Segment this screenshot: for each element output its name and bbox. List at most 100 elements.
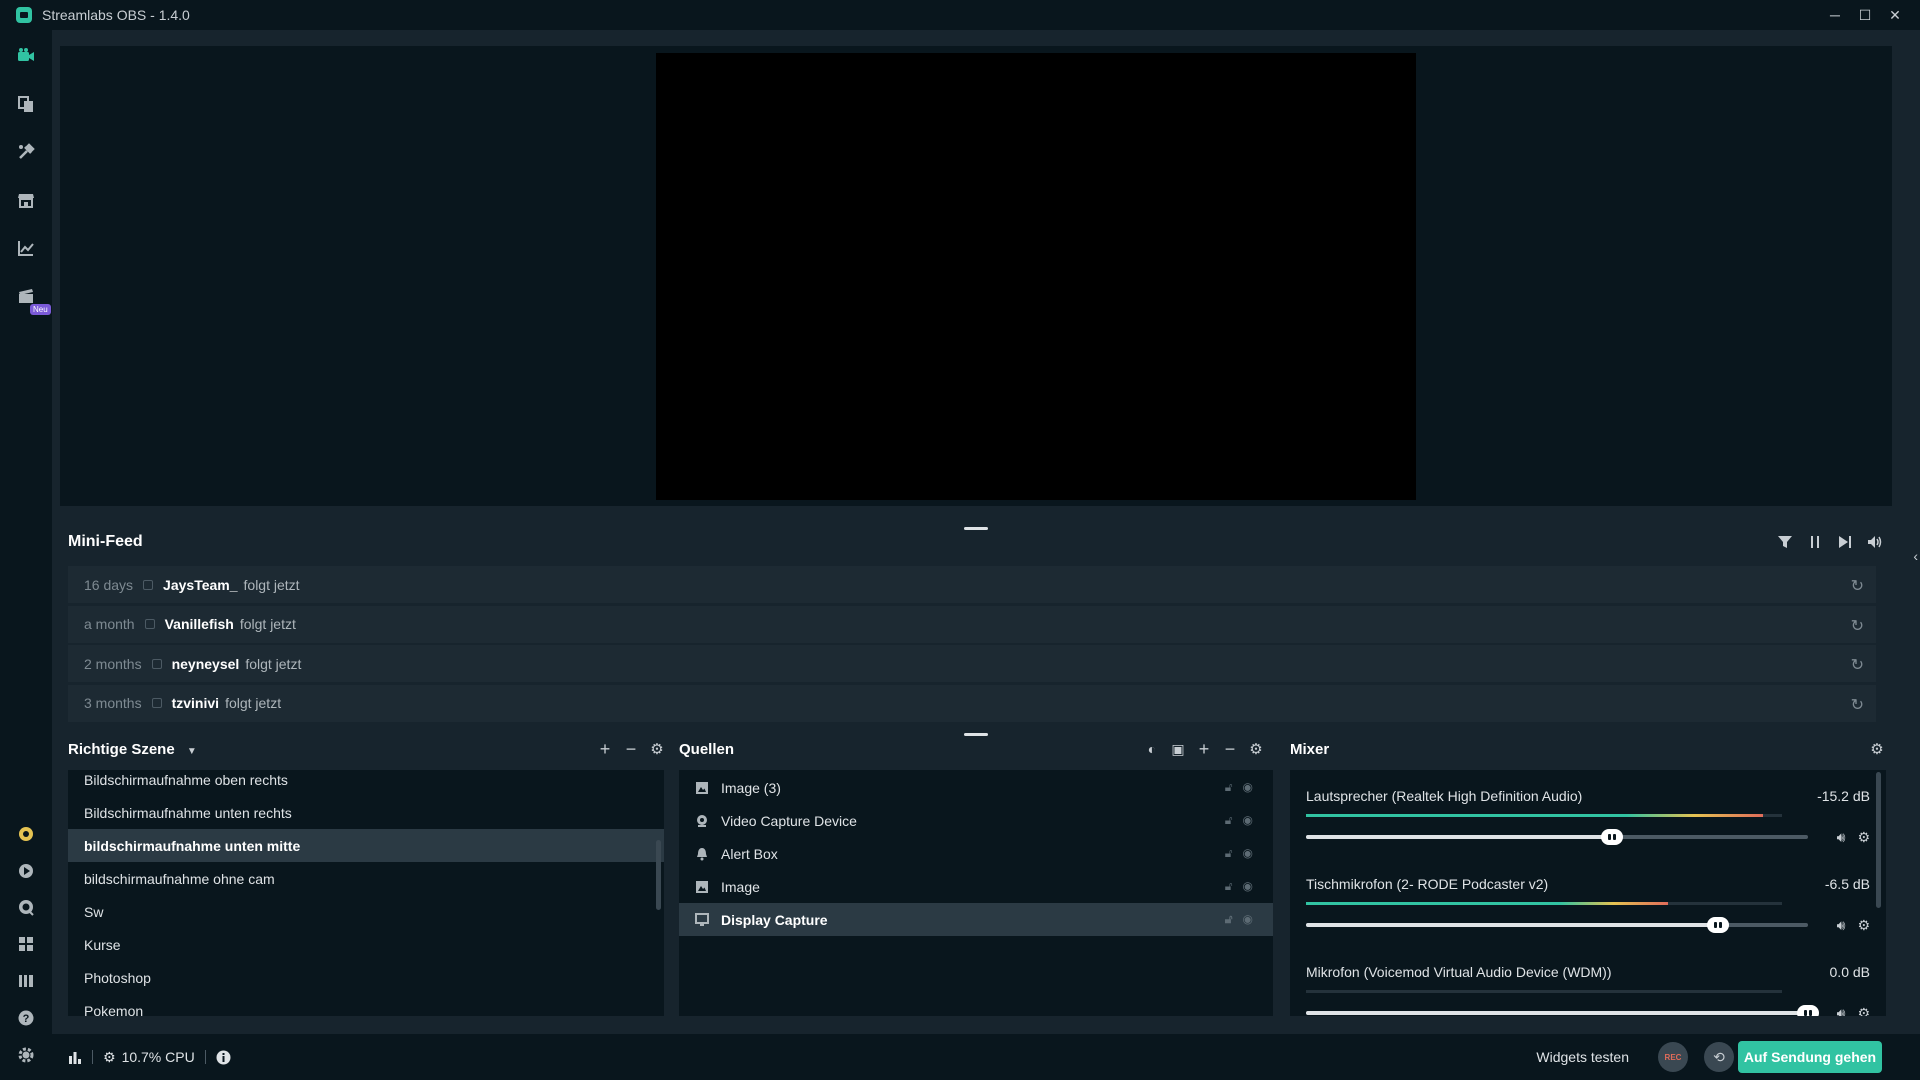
source-settings-gear-icon[interactable]: ⚙	[1247, 740, 1265, 758]
volume-slider-knob[interactable]	[1706, 917, 1729, 933]
source-item[interactable]: Alert Box 🔓︎ ◉	[679, 837, 1273, 870]
feed-user: JaysTeam_	[163, 576, 238, 593]
lock-icon[interactable]: 🔓︎	[1225, 813, 1233, 828]
test-widgets-button[interactable]: Widgets testen	[1536, 1049, 1629, 1065]
lock-icon[interactable]: 🔓︎	[1225, 879, 1233, 894]
source-item[interactable]: Image 🔓︎ ◉	[679, 870, 1273, 903]
source-item[interactable]: Image (3) 🔓︎ ◉	[679, 771, 1273, 804]
record-button[interactable]: REC	[1658, 1042, 1688, 1072]
editor-icon[interactable]	[16, 46, 36, 66]
remove-source-button[interactable]: −	[1221, 739, 1239, 759]
webcam-icon	[695, 814, 709, 828]
add-folder-icon[interactable]: ▣	[1169, 740, 1187, 758]
mixer-source-gear-icon[interactable]: ⚙	[1857, 917, 1870, 934]
lock-icon[interactable]: 🔓︎	[1225, 780, 1233, 795]
dashboard-chart-icon[interactable]	[16, 238, 36, 258]
footer-divider	[204, 1050, 206, 1064]
theme-library-icon[interactable]	[16, 94, 36, 114]
volume-slider-knob[interactable]	[1797, 1005, 1819, 1016]
eye-icon[interactable]: ◉	[1243, 780, 1253, 795]
lock-icon[interactable]: 🔓︎	[1225, 912, 1233, 927]
source-label: Image (3)	[721, 779, 781, 796]
highlighter-icon[interactable]	[16, 861, 36, 881]
remove-scene-button[interactable]: −	[622, 739, 640, 759]
performance-stats-icon[interactable]	[68, 1050, 82, 1064]
left-navigation: Neu ?	[0, 30, 52, 1080]
skip-icon[interactable]	[1836, 533, 1854, 551]
speaker-icon[interactable]: 🔊︎	[1837, 829, 1846, 846]
scene-item[interactable]: Pokemon	[68, 994, 664, 1017]
chat-icon[interactable]	[16, 898, 36, 918]
volume-slider[interactable]	[1306, 1005, 1819, 1016]
minifeed-title: Mini-Feed	[68, 533, 143, 550]
maximize-button[interactable]: ☐	[1850, 0, 1880, 30]
mixer-source-gear-icon[interactable]: ⚙	[1857, 1005, 1870, 1016]
volume-meter-fill	[1306, 814, 1763, 817]
scene-item[interactable]: Kurse	[68, 928, 664, 961]
help-icon[interactable]: ?	[16, 1008, 36, 1028]
add-source-button[interactable]: +	[1195, 739, 1213, 759]
scenes-title: Richtige Szene	[68, 741, 175, 758]
pause-icon[interactable]	[1806, 533, 1824, 551]
tools-icon[interactable]	[16, 142, 36, 162]
mixer-settings-gear-icon[interactable]: ⚙	[1868, 740, 1886, 758]
volume-slider[interactable]	[1306, 917, 1808, 933]
scene-item[interactable]: Bildschirmaufnahme unten rechts	[68, 796, 664, 829]
go-live-button[interactable]: Auf Sendung gehen	[1738, 1041, 1882, 1073]
speaker-icon[interactable]: 🔊︎	[1837, 1005, 1846, 1016]
eye-icon[interactable]: ◉	[1243, 912, 1253, 927]
scenes-collection-dropdown[interactable]: Richtige Szene ▼	[68, 741, 197, 758]
scene-item[interactable]: bildschirmaufnahme ohne cam	[68, 862, 664, 895]
replay-icon[interactable]: ↻	[1851, 576, 1864, 596]
scene-settings-gear-icon[interactable]: ⚙	[648, 740, 666, 758]
settings-gear-icon[interactable]	[16, 1045, 36, 1065]
caret-down-icon: ▼	[186, 746, 197, 757]
eye-icon[interactable]: ◉	[1243, 846, 1253, 861]
scenes-scrollbar[interactable]	[656, 840, 661, 910]
selective-recording-icon[interactable]: ◐	[1143, 740, 1161, 758]
eye-icon[interactable]: ◉	[1243, 879, 1253, 894]
volume-slider-knob[interactable]	[1601, 829, 1624, 845]
feed-resize-handle[interactable]	[964, 733, 988, 736]
scene-item[interactable]: Bildschirmaufnahme oben rechts	[68, 770, 664, 796]
volume-slider-fill	[1306, 835, 1613, 839]
minimize-button[interactable]: ─	[1820, 0, 1850, 30]
scene-item[interactable]: bildschirmaufnahme unten mitte	[68, 829, 664, 862]
mixer-source-gear-icon[interactable]: ⚙	[1857, 829, 1870, 846]
feed-action: folgt jetzt	[225, 695, 282, 711]
prime-icon[interactable]	[16, 824, 36, 844]
replay-icon[interactable]: ↻	[1851, 655, 1864, 675]
studio-mode-icon[interactable]	[16, 971, 36, 991]
replay-icon[interactable]: ↻	[1851, 616, 1864, 636]
new-badge: Neu	[30, 304, 51, 315]
speaker-icon[interactable]: 🔊︎	[1837, 917, 1846, 934]
mixer-source: Mikrofon (Voicemod Virtual Audio Device …	[1290, 946, 1886, 1016]
store-icon[interactable]	[16, 190, 36, 210]
source-item[interactable]: Display Capture 🔓︎ ◉	[679, 903, 1273, 936]
chevron-left-icon[interactable]: ‹	[1913, 548, 1918, 564]
sources-list: Image (3) 🔓︎ ◉ Video Capture Device 🔓︎ ◉ Alert…	[679, 770, 1273, 1016]
window-title: Streamlabs OBS - 1.4.0	[42, 7, 190, 23]
preview-canvas[interactable]	[656, 53, 1416, 500]
footer-bar: ⚙ 10.7% CPU Widgets testen REC ⟲ Auf Sen…	[52, 1034, 1920, 1080]
add-scene-button[interactable]: +	[596, 739, 614, 759]
mixer-scrollbar[interactable]	[1876, 772, 1881, 908]
scenes-list: Bildschirmaufnahme oben rechts Bildschirm…	[68, 770, 664, 1016]
replay-icon[interactable]: ↻	[1851, 695, 1864, 715]
layout-icon[interactable]	[16, 934, 36, 954]
eye-icon[interactable]: ◉	[1243, 813, 1253, 828]
lock-icon[interactable]: 🔓︎	[1225, 846, 1233, 861]
info-icon[interactable]	[216, 1050, 231, 1065]
close-button[interactable]: ✕	[1880, 0, 1910, 30]
source-item[interactable]: Video Capture Device 🔓︎ ◉	[679, 804, 1273, 837]
mixer-source-name: Mikrofon (Voicemod Virtual Audio Device …	[1306, 964, 1612, 980]
recordings-clapper-icon[interactable]	[16, 286, 36, 306]
twitch-icon	[143, 579, 154, 590]
volume-slider[interactable]	[1306, 829, 1808, 845]
scene-item[interactable]: Sw	[68, 895, 664, 928]
preview-resize-handle[interactable]	[964, 527, 988, 530]
scene-item[interactable]: Photoshop	[68, 961, 664, 994]
replay-buffer-icon[interactable]: ⟲	[1704, 1042, 1734, 1072]
filter-icon[interactable]	[1776, 533, 1794, 551]
volume-icon[interactable]	[1866, 533, 1884, 551]
